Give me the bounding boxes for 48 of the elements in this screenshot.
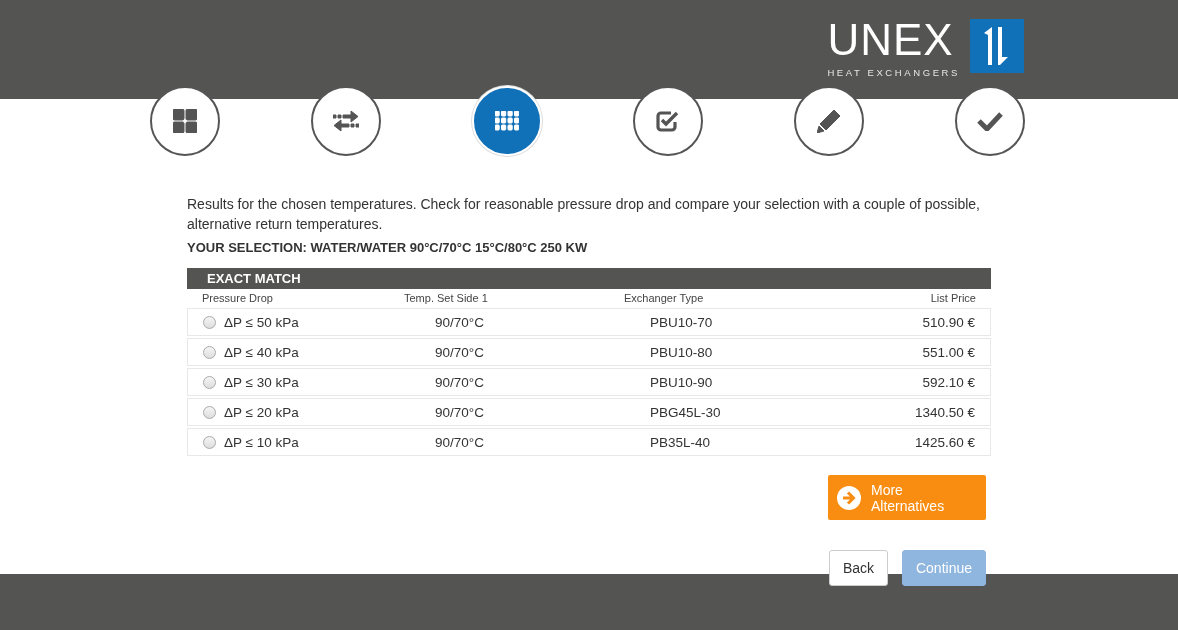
selection-summary: YOUR SELECTION: WATER/WATER 90°C/70°C 15°C/80°C 250 KW — [187, 240, 589, 255]
table-cell-text: 551.00 € — [921, 344, 975, 360]
swap-arrows-icon — [333, 110, 359, 132]
table-cell-text: 90/70°C — [434, 374, 485, 390]
table-cell-text: 510.90 € — [921, 314, 975, 330]
table-cell-text: PBU10-80 — [649, 344, 714, 360]
arrow-circle-icon — [837, 485, 861, 510]
logo-wordmark: UNEX — [827, 19, 954, 61]
column-header: Exchanger Type — [623, 292, 705, 304]
result-row[interactable]: ΔP ≤ 40 kPa 90/70°C PBU10-80 551.00 € — [187, 338, 991, 366]
table-cell-text: 592.10 € — [921, 374, 975, 390]
checkbox-icon — [655, 109, 681, 133]
radio-button[interactable] — [203, 345, 216, 359]
table-cell-text: 1425.60 € — [913, 434, 975, 450]
table-cell-text: 90/70°C — [434, 434, 485, 450]
grid-icon — [495, 111, 519, 131]
result-row[interactable]: ΔP ≤ 50 kPa 90/70°C PBU10-70 510.90 € — [187, 308, 991, 336]
column-header: Pressure Drop — [202, 292, 274, 304]
tiles-icon — [173, 109, 197, 133]
table-cell: ΔP ≤ 50 kPa — [224, 314, 299, 330]
radio-button[interactable] — [203, 375, 216, 389]
column-header: Temp. Set Side 1 — [403, 292, 489, 304]
table-cell-text: 1340.50 € — [913, 404, 975, 420]
radio-button[interactable] — [203, 315, 216, 329]
table-cell-text: 90/70°C — [434, 314, 485, 330]
table-cell: ΔP ≤ 20 kPa — [224, 404, 299, 420]
result-row[interactable]: ΔP ≤ 20 kPa 90/70°C PBG45L-30 1340.50 € — [187, 398, 991, 426]
table-cell: ΔP ≤ 10 kPa — [224, 434, 299, 450]
radio-button[interactable] — [203, 435, 216, 449]
table-title: EXACT MATCH — [207, 271, 301, 286]
table-cell: ΔP ≤ 30 kPa — [224, 374, 299, 390]
checkmark-icon — [977, 111, 1003, 131]
table-cell-text: 90/70°C — [434, 404, 485, 420]
table-cell-text: 90/70°C — [434, 344, 485, 360]
table-cell-text: PBU10-90 — [649, 374, 714, 390]
table-cell: ΔP ≤ 40 kPa — [224, 344, 299, 360]
table-cell-text: PBU10-70 — [649, 314, 714, 330]
logo-arrows-icon — [970, 19, 1024, 73]
logo-tagline: HEAT EXCHANGERS — [827, 67, 960, 78]
pencil-icon — [817, 109, 841, 133]
column-header: List Price — [929, 292, 976, 304]
table-cell-text: PBG45L-30 — [649, 404, 722, 420]
result-row[interactable]: ΔP ≤ 30 kPa 90/70°C PBU10-90 592.10 € — [187, 368, 991, 396]
intro-text: Results for the chosen temperatures. Check for reasonable pressure drop and compare your selection with a couple of possible, alternative return temperatures. — [187, 195, 981, 234]
result-row[interactable]: ΔP ≤ 10 kPa 90/70°C PB35L-40 1425.60 € — [187, 428, 991, 456]
radio-button[interactable] — [203, 405, 216, 419]
table-cell-text: PB35L-40 — [649, 434, 712, 450]
back-button[interactable]: Back — [829, 550, 888, 586]
